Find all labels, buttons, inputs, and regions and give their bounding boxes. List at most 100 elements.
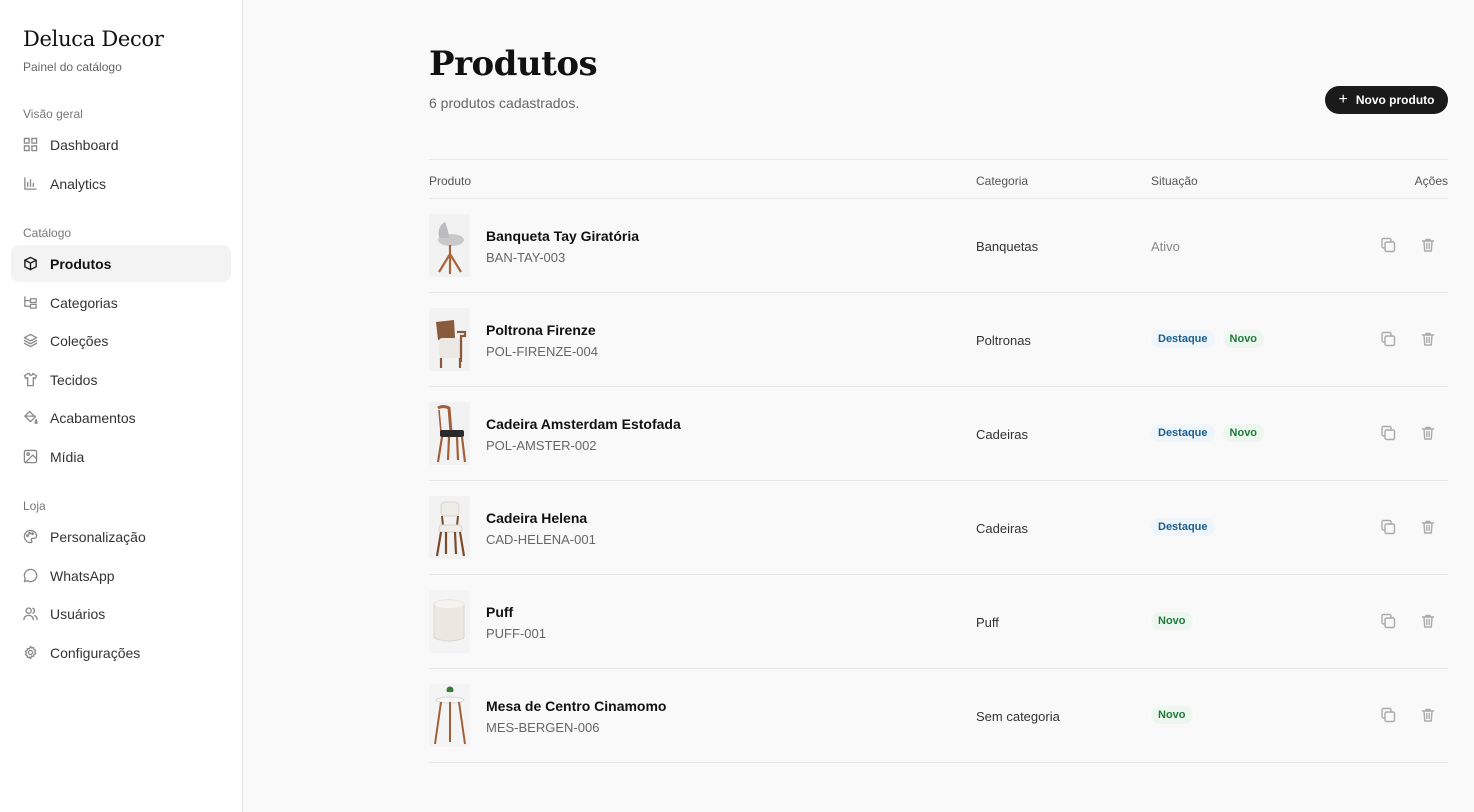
gear-icon <box>23 645 38 660</box>
sidebar-item-label: Mídia <box>50 448 85 465</box>
product-sku: PUFF-001 <box>486 626 546 641</box>
header-product: Produto <box>429 174 472 188</box>
sidebar-item-configuracoes[interactable]: Configurações <box>11 634 231 671</box>
status-badges: Novo <box>1151 612 1193 630</box>
duplicate-icon[interactable] <box>1380 613 1398 631</box>
sidebar-item-label: Usuários <box>50 605 106 622</box>
sidebar-item-label: Tecidos <box>50 371 98 388</box>
brand-name: Deluca Decor <box>23 27 164 51</box>
duplicate-icon[interactable] <box>1380 707 1398 725</box>
duplicate-icon[interactable] <box>1380 237 1398 255</box>
table-row[interactable]: Puff PUFF-001 Puff Novo <box>429 575 1448 669</box>
product-thumbnail <box>429 496 470 559</box>
sidebar-item-categorias[interactable]: Categorias <box>11 284 231 321</box>
palette-icon <box>23 529 38 544</box>
product-sku: POL-AMSTER-002 <box>486 438 597 453</box>
plus-icon: + <box>1338 91 1348 108</box>
duplicate-icon[interactable] <box>1380 331 1398 349</box>
duplicate-icon[interactable] <box>1380 425 1398 443</box>
table-row[interactable]: Banqueta Tay Giratória BAN-TAY-003 Banqu… <box>429 199 1448 293</box>
sidebar-item-label: WhatsApp <box>50 567 115 584</box>
layers-icon <box>23 333 38 348</box>
sidebar-item-label: Personalização <box>50 528 146 545</box>
trash-icon[interactable] <box>1420 237 1438 255</box>
sidebar-item-analytics[interactable]: Analytics <box>11 165 231 202</box>
product-name[interactable]: Poltrona Firenze <box>486 322 596 338</box>
product-category: Sem categoria <box>976 709 1060 724</box>
table-row[interactable]: Cadeira Amsterdam Estofada POL-AMSTER-00… <box>429 387 1448 481</box>
sidebar-item-label: Produtos <box>50 255 112 272</box>
product-thumbnail <box>429 214 470 277</box>
duplicate-icon[interactable] <box>1380 519 1398 537</box>
badge-novo: Novo <box>1151 706 1193 724</box>
trash-icon[interactable] <box>1420 519 1438 537</box>
product-category: Banquetas <box>976 239 1039 254</box>
sidebar-item-tecidos[interactable]: Tecidos <box>11 361 231 398</box>
sidebar-item-dashboard[interactable]: Dashboard <box>11 126 231 163</box>
trash-icon[interactable] <box>1420 331 1438 349</box>
section-label-overview: Visão geral <box>23 107 83 121</box>
product-name[interactable]: Cadeira Amsterdam Estofada <box>486 416 681 432</box>
product-category: Cadeiras <box>976 521 1029 536</box>
header-category: Categoria <box>976 174 1029 188</box>
section-label-store: Loja <box>23 499 46 513</box>
badge-destaque: Destaque <box>1151 330 1215 348</box>
product-name[interactable]: Cadeira Helena <box>486 510 587 526</box>
new-product-button[interactable]: + Novo produto <box>1325 86 1448 114</box>
product-category: Cadeiras <box>976 427 1029 442</box>
product-thumbnail <box>429 308 470 371</box>
badge-destaque: Destaque <box>1151 424 1215 442</box>
status-text: Ativo <box>1151 239 1180 254</box>
sidebar-item-midia[interactable]: Mídia <box>11 438 231 475</box>
product-category: Poltronas <box>976 333 1031 348</box>
product-thumbnail <box>429 684 470 747</box>
table-header: Produto Categoria Situação Ações <box>429 159 1448 199</box>
trash-icon[interactable] <box>1420 613 1438 631</box>
status-badges: Destaque <box>1151 518 1215 536</box>
status-badges: Novo <box>1151 706 1193 724</box>
sidebar-item-colecoes[interactable]: Coleções <box>11 322 231 359</box>
sidebar-item-label: Acabamentos <box>50 409 136 426</box>
status-badges: Destaque Novo <box>1151 330 1265 348</box>
image-icon <box>23 449 38 464</box>
product-sku: CAD-HELENA-001 <box>486 532 596 547</box>
product-thumbnail <box>429 590 470 653</box>
product-name[interactable]: Mesa de Centro Cinamomo <box>486 698 666 714</box>
new-product-label: Novo produto <box>1355 93 1435 107</box>
product-name[interactable]: Banqueta Tay Giratória <box>486 228 639 244</box>
trash-icon[interactable] <box>1420 425 1438 443</box>
page-subtitle: 6 produtos cadastrados. <box>429 95 580 111</box>
sidebar-item-label: Analytics <box>50 175 107 192</box>
table-row[interactable]: Mesa de Centro Cinamomo MES-BERGEN-006 S… <box>429 669 1448 763</box>
table-row[interactable]: Poltrona Firenze POL-FIRENZE-004 Poltron… <box>429 293 1448 387</box>
paint-bucket-icon <box>23 410 38 425</box>
header-status: Situação <box>1151 174 1198 188</box>
sidebar-item-usuarios[interactable]: Usuários <box>11 595 231 632</box>
table-row[interactable]: Cadeira Helena CAD-HELENA-001 Cadeiras D… <box>429 481 1448 575</box>
sidebar-item-acabamentos[interactable]: Acabamentos <box>11 399 231 436</box>
sidebar-item-label: Categorias <box>50 294 118 311</box>
users-icon <box>23 606 38 621</box>
product-thumbnail <box>429 402 470 465</box>
chat-bubble-icon <box>23 568 38 583</box>
trash-icon[interactable] <box>1420 707 1438 725</box>
sidebar-item-personalizacao[interactable]: Personalização <box>11 518 231 555</box>
dashboard-icon <box>23 137 38 152</box>
header-actions: Ações <box>1414 174 1448 188</box>
product-category: Puff <box>976 615 999 630</box>
sidebar: Deluca Decor Painel do catálogo Visão ge… <box>0 0 243 812</box>
product-sku: POL-FIRENZE-004 <box>486 344 598 359</box>
sidebar-item-label: Dashboard <box>50 136 119 153</box>
bar-chart-icon <box>23 176 38 191</box>
sidebar-item-produtos[interactable]: Produtos <box>11 245 231 282</box>
sidebar-item-label: Configurações <box>50 644 141 661</box>
page-title: Produtos <box>429 44 598 84</box>
product-name[interactable]: Puff <box>486 604 513 620</box>
badge-destaque: Destaque <box>1151 518 1215 536</box>
brand-subtitle: Painel do catálogo <box>23 60 122 74</box>
tree-icon <box>23 295 38 310</box>
sidebar-item-whatsapp[interactable]: WhatsApp <box>11 557 231 594</box>
section-label-catalog: Catálogo <box>23 226 72 240</box>
product-sku: BAN-TAY-003 <box>486 250 566 265</box>
box-icon <box>23 256 38 271</box>
